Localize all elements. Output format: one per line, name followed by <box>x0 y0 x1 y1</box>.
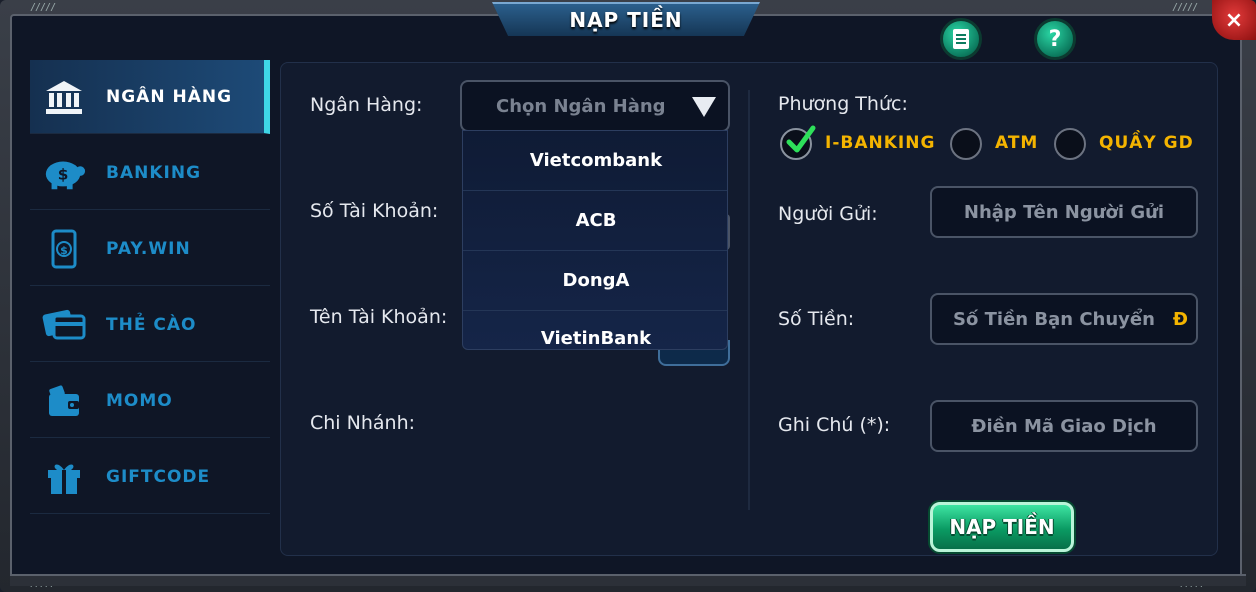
bank-dropdown: Vietcombank ACB DongA VietinBank <box>462 130 728 350</box>
bank-option[interactable]: DongA <box>463 251 727 311</box>
sender-placeholder: Nhập Tên Người Gửi <box>963 201 1165 223</box>
close-icon: × <box>1224 7 1244 33</box>
sidebar-item-label: NGÂN HÀNG <box>106 86 233 107</box>
bank-option[interactable]: VietinBank <box>463 309 727 349</box>
currency-symbol: Đ <box>1172 309 1188 330</box>
bottom-frame <box>10 574 1246 586</box>
bank-select[interactable]: Chọn Ngân Hàng <box>460 80 730 132</box>
sidebar-item-ngan-hang[interactable]: NGÂN HÀNG <box>30 60 270 134</box>
sidebar-item-momo[interactable]: MOMO <box>30 364 270 438</box>
radio-label-i-banking: I-BANKING <box>825 133 936 153</box>
page-title: NẠP TIỀN <box>569 8 683 32</box>
sidebar: NGÂN HÀNG $ BANKING $ PAY.WIN THẺ CÀO MO… <box>30 60 270 530</box>
svg-text:$: $ <box>58 165 69 183</box>
svg-text:$: $ <box>60 244 68 257</box>
sidebar-item-giftcode[interactable]: GIFTCODE <box>30 440 270 514</box>
help-button[interactable]: ? <box>1034 18 1076 60</box>
method-label: Phương Thức: <box>778 93 908 115</box>
submit-button[interactable]: NẠP TIỀN <box>930 502 1074 552</box>
branch-label: Chi Nhánh: <box>310 412 416 434</box>
mobile-pay-icon: $ <box>42 229 86 269</box>
radio-label-quay-gd: QUẦY GD <box>1099 133 1194 153</box>
note-label: Ghi Chú (*): <box>778 414 891 436</box>
radio-quay-gd[interactable] <box>1054 128 1086 160</box>
sidebar-item-the-cao[interactable]: THẺ CÀO <box>30 288 270 362</box>
bank-label: Ngân Hàng: <box>310 94 423 116</box>
amount-input[interactable]: Số Tiền Bạn Chuyển Đ <box>930 293 1198 345</box>
sidebar-item-label: THẺ CÀO <box>106 314 197 335</box>
notes-button[interactable] <box>940 18 982 60</box>
title-tab: NẠP TIỀN <box>492 2 760 36</box>
radio-atm[interactable] <box>950 128 982 160</box>
amount-placeholder: Số Tiền Bạn Chuyển <box>953 308 1155 330</box>
checkmark-icon <box>786 125 816 153</box>
bank-option[interactable]: ACB <box>463 191 727 251</box>
submit-label: NẠP TIỀN <box>949 515 1055 539</box>
amount-label: Số Tiền: <box>778 308 855 330</box>
account-name-label: Tên Tài Khoản: <box>310 306 448 328</box>
note-input[interactable]: Điền Mã Giao Dịch <box>930 400 1198 452</box>
sender-label: Người Gửi: <box>778 203 878 225</box>
help-icon: ? <box>1048 26 1062 52</box>
sidebar-item-label: PAY.WIN <box>106 238 191 259</box>
wallet-icon <box>42 381 86 421</box>
bank-option[interactable]: Vietcombank <box>463 131 727 191</box>
sidebar-item-pay-win[interactable]: $ PAY.WIN <box>30 212 270 286</box>
bank-icon <box>42 77 86 117</box>
radio-i-banking[interactable] <box>780 125 816 160</box>
radio-label-atm: ATM <box>995 133 1039 153</box>
frame-decoration: ///// <box>1172 2 1198 13</box>
sender-input[interactable]: Nhập Tên Người Gửi <box>930 186 1198 238</box>
column-divider <box>748 90 750 510</box>
sidebar-item-label: MOMO <box>106 390 173 411</box>
frame-decoration: ///// <box>30 2 56 13</box>
notes-icon <box>953 29 969 49</box>
bank-select-value: Chọn Ngân Hàng <box>496 95 666 117</box>
piggy-bank-icon: $ <box>42 153 86 193</box>
card-icon <box>42 305 86 345</box>
sidebar-item-banking[interactable]: $ BANKING <box>30 136 270 210</box>
sidebar-item-label: GIFTCODE <box>106 466 211 487</box>
note-placeholder: Điền Mã Giao Dịch <box>971 415 1157 437</box>
sidebar-item-label: BANKING <box>106 162 202 183</box>
account-number-label: Số Tài Khoản: <box>310 200 439 222</box>
triangle-down-icon <box>692 97 716 117</box>
gift-icon <box>42 457 86 497</box>
close-button[interactable]: × <box>1212 0 1256 40</box>
